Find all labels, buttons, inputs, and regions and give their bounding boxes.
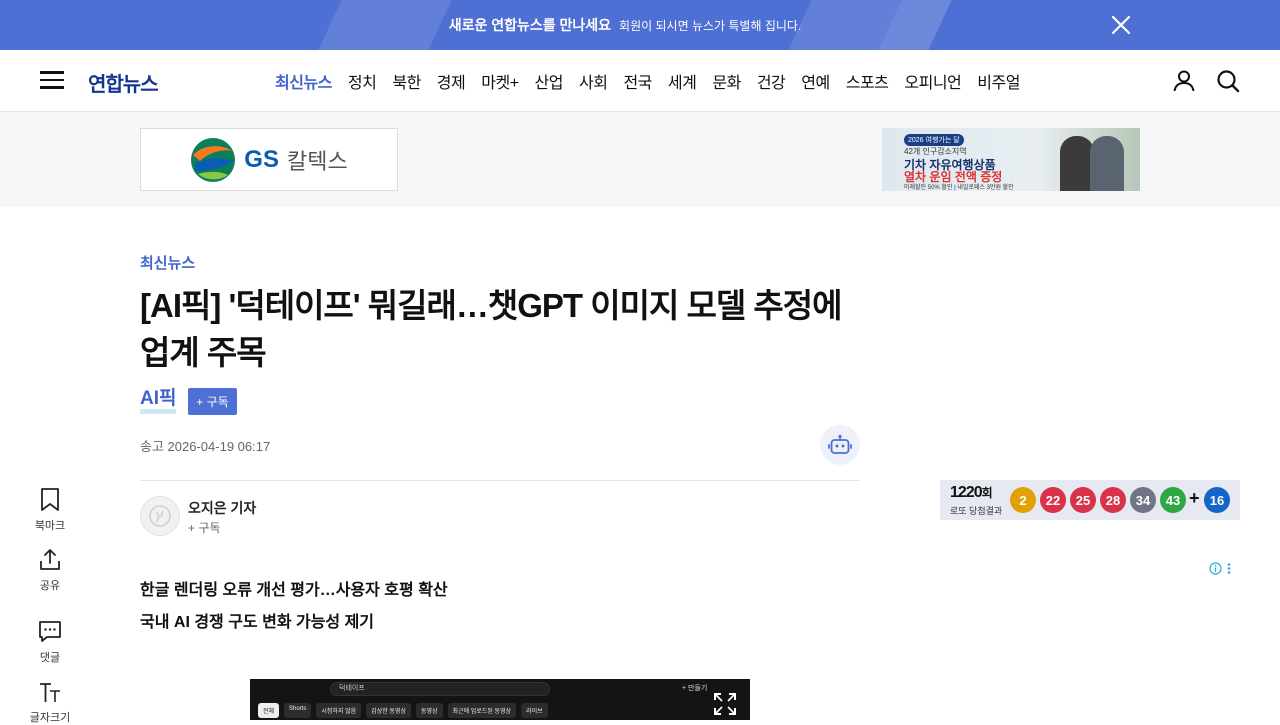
lotto-round: 1220회 xyxy=(950,484,993,502)
lotto-ball: 22 xyxy=(1040,487,1066,513)
bookmark-icon xyxy=(41,488,59,511)
comment-icon xyxy=(39,621,61,642)
font-size-label: 글자크기 xyxy=(29,712,71,724)
ad-strip: GS 칼텍스 2026 여행가는 달 42개 인구감소지역 기차 자유여행상품 … xyxy=(0,112,1280,207)
nav-item-nation[interactable]: 전국 xyxy=(623,69,652,93)
embedded-filter-chips: 전체 Shorts 시청하지 않음 감상한 동영상 동영상 최근에 업로드된 동… xyxy=(258,703,548,718)
nav-item-north-korea[interactable]: 북한 xyxy=(392,69,421,93)
font-size-button[interactable]: 글자크기 xyxy=(22,681,78,725)
ad-brand: GS xyxy=(244,145,279,173)
divider xyxy=(140,480,860,481)
embedded-chip: Shorts xyxy=(284,703,312,718)
menu-icon[interactable] xyxy=(38,68,66,94)
ad-banner-train-travel[interactable]: 2026 여행가는 달 42개 인구감소지역 기차 자유여행상품 열차 운임 전… xyxy=(882,128,1140,191)
bookmark-button[interactable]: 북마크 xyxy=(22,487,78,533)
nav-item-politics[interactable]: 정치 xyxy=(348,69,377,93)
reporter-subscribe-button[interactable]: + 구독 xyxy=(188,519,220,536)
summary-line: 국내 AI 경쟁 구도 변화 가능성 제기 xyxy=(140,614,375,631)
ai-summary-button[interactable] xyxy=(820,425,860,465)
ad-line: 미래할인 50% 할인 | 내일로패스 3만원 할인 xyxy=(904,185,1014,191)
reporter-placeholder-icon xyxy=(149,505,171,527)
embedded-chip: 최근에 업로드된 동영상 xyxy=(447,703,517,718)
info-icon[interactable] xyxy=(1209,562,1222,575)
embedded-search-bar: 덕테이프 xyxy=(330,682,550,696)
site-header: 연합뉴스 최신뉴스 정치 북한 경제 마켓+ 산업 사회 전국 세계 문화 건강… xyxy=(0,50,1280,112)
article-section[interactable]: 최신뉴스 xyxy=(140,252,195,273)
user-icon[interactable] xyxy=(1171,68,1197,94)
nav-item-health[interactable]: 건강 xyxy=(757,69,786,93)
fullscreen-icon[interactable] xyxy=(712,691,738,717)
lotto-ball: 25 xyxy=(1070,487,1096,513)
series-subscribe-button[interactable]: + 구독 xyxy=(188,388,237,415)
share-label: 공유 xyxy=(39,580,61,592)
ad-banner-gs-caltex[interactable]: GS 칼텍스 xyxy=(140,128,398,191)
nav-item-entertainment[interactable]: 연예 xyxy=(801,69,830,93)
promo-subtext: 회원이 되시면 뉴스가 특별해 집니다. xyxy=(619,18,802,33)
nav-item-economy[interactable]: 경제 xyxy=(437,69,466,93)
promo-banner[interactable]: 새로운 연합뉴스를 만나세요 회원이 되시면 뉴스가 특별해 집니다. xyxy=(0,0,1280,50)
lotto-caption: 로또 당첨결과 xyxy=(950,506,1003,516)
ad-info-controls[interactable] xyxy=(1209,562,1232,575)
bookmark-label: 북마크 xyxy=(34,520,66,532)
font-size-icon xyxy=(40,683,60,702)
lotto-ball: 43 xyxy=(1160,487,1186,513)
publish-datetime: 2026-04-19 06:17 xyxy=(167,439,271,454)
site-logo[interactable]: 연합뉴스 xyxy=(88,68,159,97)
nav-item-visual[interactable]: 비주얼 xyxy=(977,69,1020,93)
lotto-round-number: 1220 xyxy=(950,484,983,501)
embedded-chip: 동영상 xyxy=(415,703,443,718)
lotto-plus: + xyxy=(1189,488,1200,508)
article-headline: [AI픽] '덕테이프' 뭐길래…챗GPT 이미지 모델 추정에 업계 주목 xyxy=(140,287,842,371)
summary-line: 한글 렌더링 오류 개선 평가…사용자 호평 확산 xyxy=(140,582,448,599)
article-summary: 한글 렌더링 오류 개선 평가…사용자 호평 확산 국내 AI 경쟁 구도 변화… xyxy=(140,575,448,639)
series-tag[interactable]: AI픽 xyxy=(140,389,177,414)
promo-headline: 새로운 연합뉴스를 만나세요 xyxy=(448,17,612,33)
lotto-ball: 34 xyxy=(1130,487,1156,513)
article-image[interactable]: 덕테이프 + 만들기 전체 Shorts 시청하지 않음 감상한 동영상 동영상… xyxy=(250,679,750,720)
lotto-round-suffix: 회 xyxy=(981,486,993,500)
nav-item-market[interactable]: 마켓+ xyxy=(481,69,519,93)
nav-item-industry[interactable]: 산업 xyxy=(535,69,564,93)
more-options-icon[interactable] xyxy=(1226,562,1232,575)
nav-item-world[interactable]: 세계 xyxy=(668,69,697,93)
nav-item-latest[interactable]: 최신뉴스 xyxy=(275,69,332,93)
ad-photo-person xyxy=(1060,136,1094,191)
close-icon[interactable] xyxy=(1106,10,1136,40)
nav-item-sports[interactable]: 스포츠 xyxy=(846,69,889,93)
reporter-name[interactable]: 오지은 기자 xyxy=(188,498,256,518)
reporter-avatar[interactable] xyxy=(140,496,180,536)
share-button[interactable]: 공유 xyxy=(22,547,78,593)
main-nav: 최신뉴스 정치 북한 경제 마켓+ 산업 사회 전국 세계 문화 건강 연예 스… xyxy=(275,69,1036,93)
embedded-create-button: + 만들기 xyxy=(682,685,708,692)
lotto-ball: 2 xyxy=(1010,487,1036,513)
share-icon xyxy=(40,549,60,570)
gs-caltex-logo-icon xyxy=(191,137,236,182)
embedded-chip: 시청하지 않음 xyxy=(316,703,362,718)
ad-photo-person xyxy=(1090,136,1124,191)
nav-item-society[interactable]: 사회 xyxy=(579,69,608,93)
publish-label: 송고 xyxy=(140,439,164,454)
nav-item-culture[interactable]: 문화 xyxy=(712,69,741,93)
publish-date: 송고 2026-04-19 06:17 xyxy=(140,436,270,455)
lotto-results-widget[interactable]: 1220회 로또 당첨결과 2 22 25 28 34 43 + 16 xyxy=(940,480,1240,520)
embedded-chip: 라이브 xyxy=(521,703,548,718)
lotto-ball: 28 xyxy=(1100,487,1126,513)
ad-tag: 2026 여행가는 달 xyxy=(904,134,964,146)
embedded-chip: 전체 xyxy=(258,703,280,718)
comment-button[interactable]: 댓글 xyxy=(22,619,78,665)
robot-icon xyxy=(828,434,852,454)
search-icon[interactable] xyxy=(1215,68,1241,94)
ad-brand-name: 칼텍스 xyxy=(286,148,348,174)
embedded-chip: 감상한 동영상 xyxy=(366,703,411,718)
comment-label: 댓글 xyxy=(39,652,61,664)
lotto-bonus-ball: 16 xyxy=(1204,487,1230,513)
nav-item-opinion[interactable]: 오피니언 xyxy=(904,69,961,93)
